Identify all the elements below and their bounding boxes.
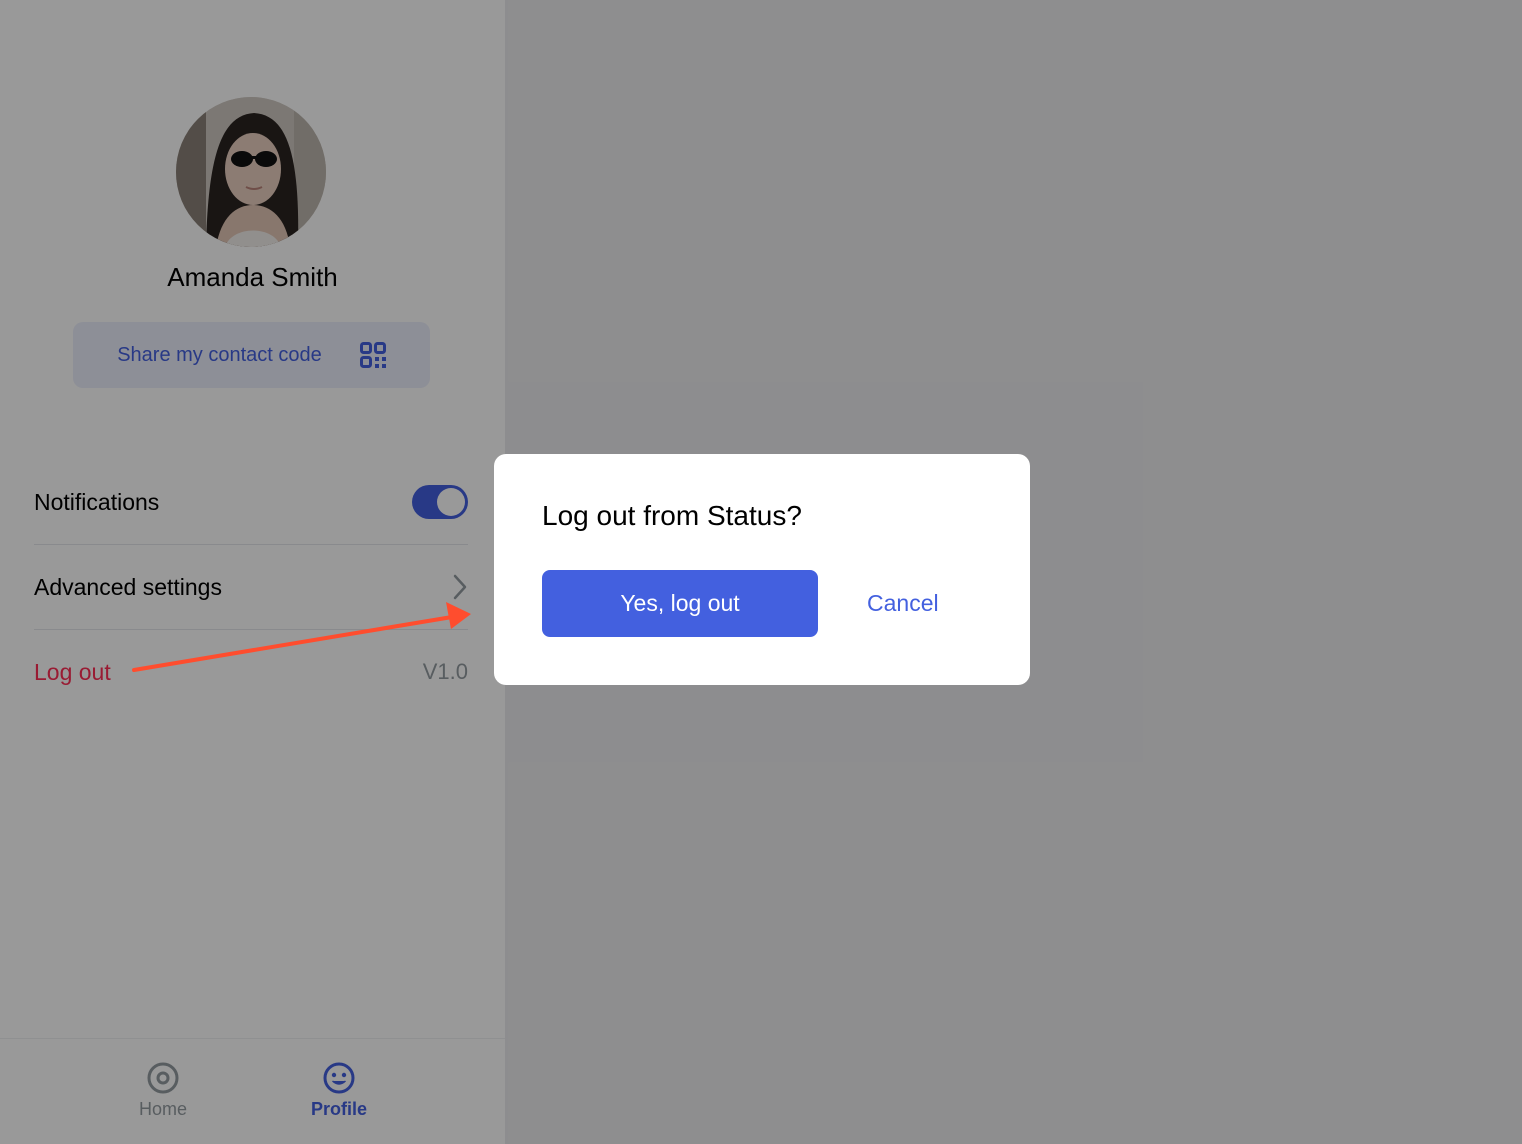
cancel-button[interactable]: Cancel <box>867 590 939 617</box>
logout-dialog: Log out from Status? Yes, log out Cancel <box>494 454 1030 685</box>
dialog-title: Log out from Status? <box>542 500 802 531</box>
confirm-logout-button[interactable]: Yes, log out <box>542 570 818 637</box>
app-window: Amanda Smith Share my contact code Notif… <box>0 0 1522 1144</box>
